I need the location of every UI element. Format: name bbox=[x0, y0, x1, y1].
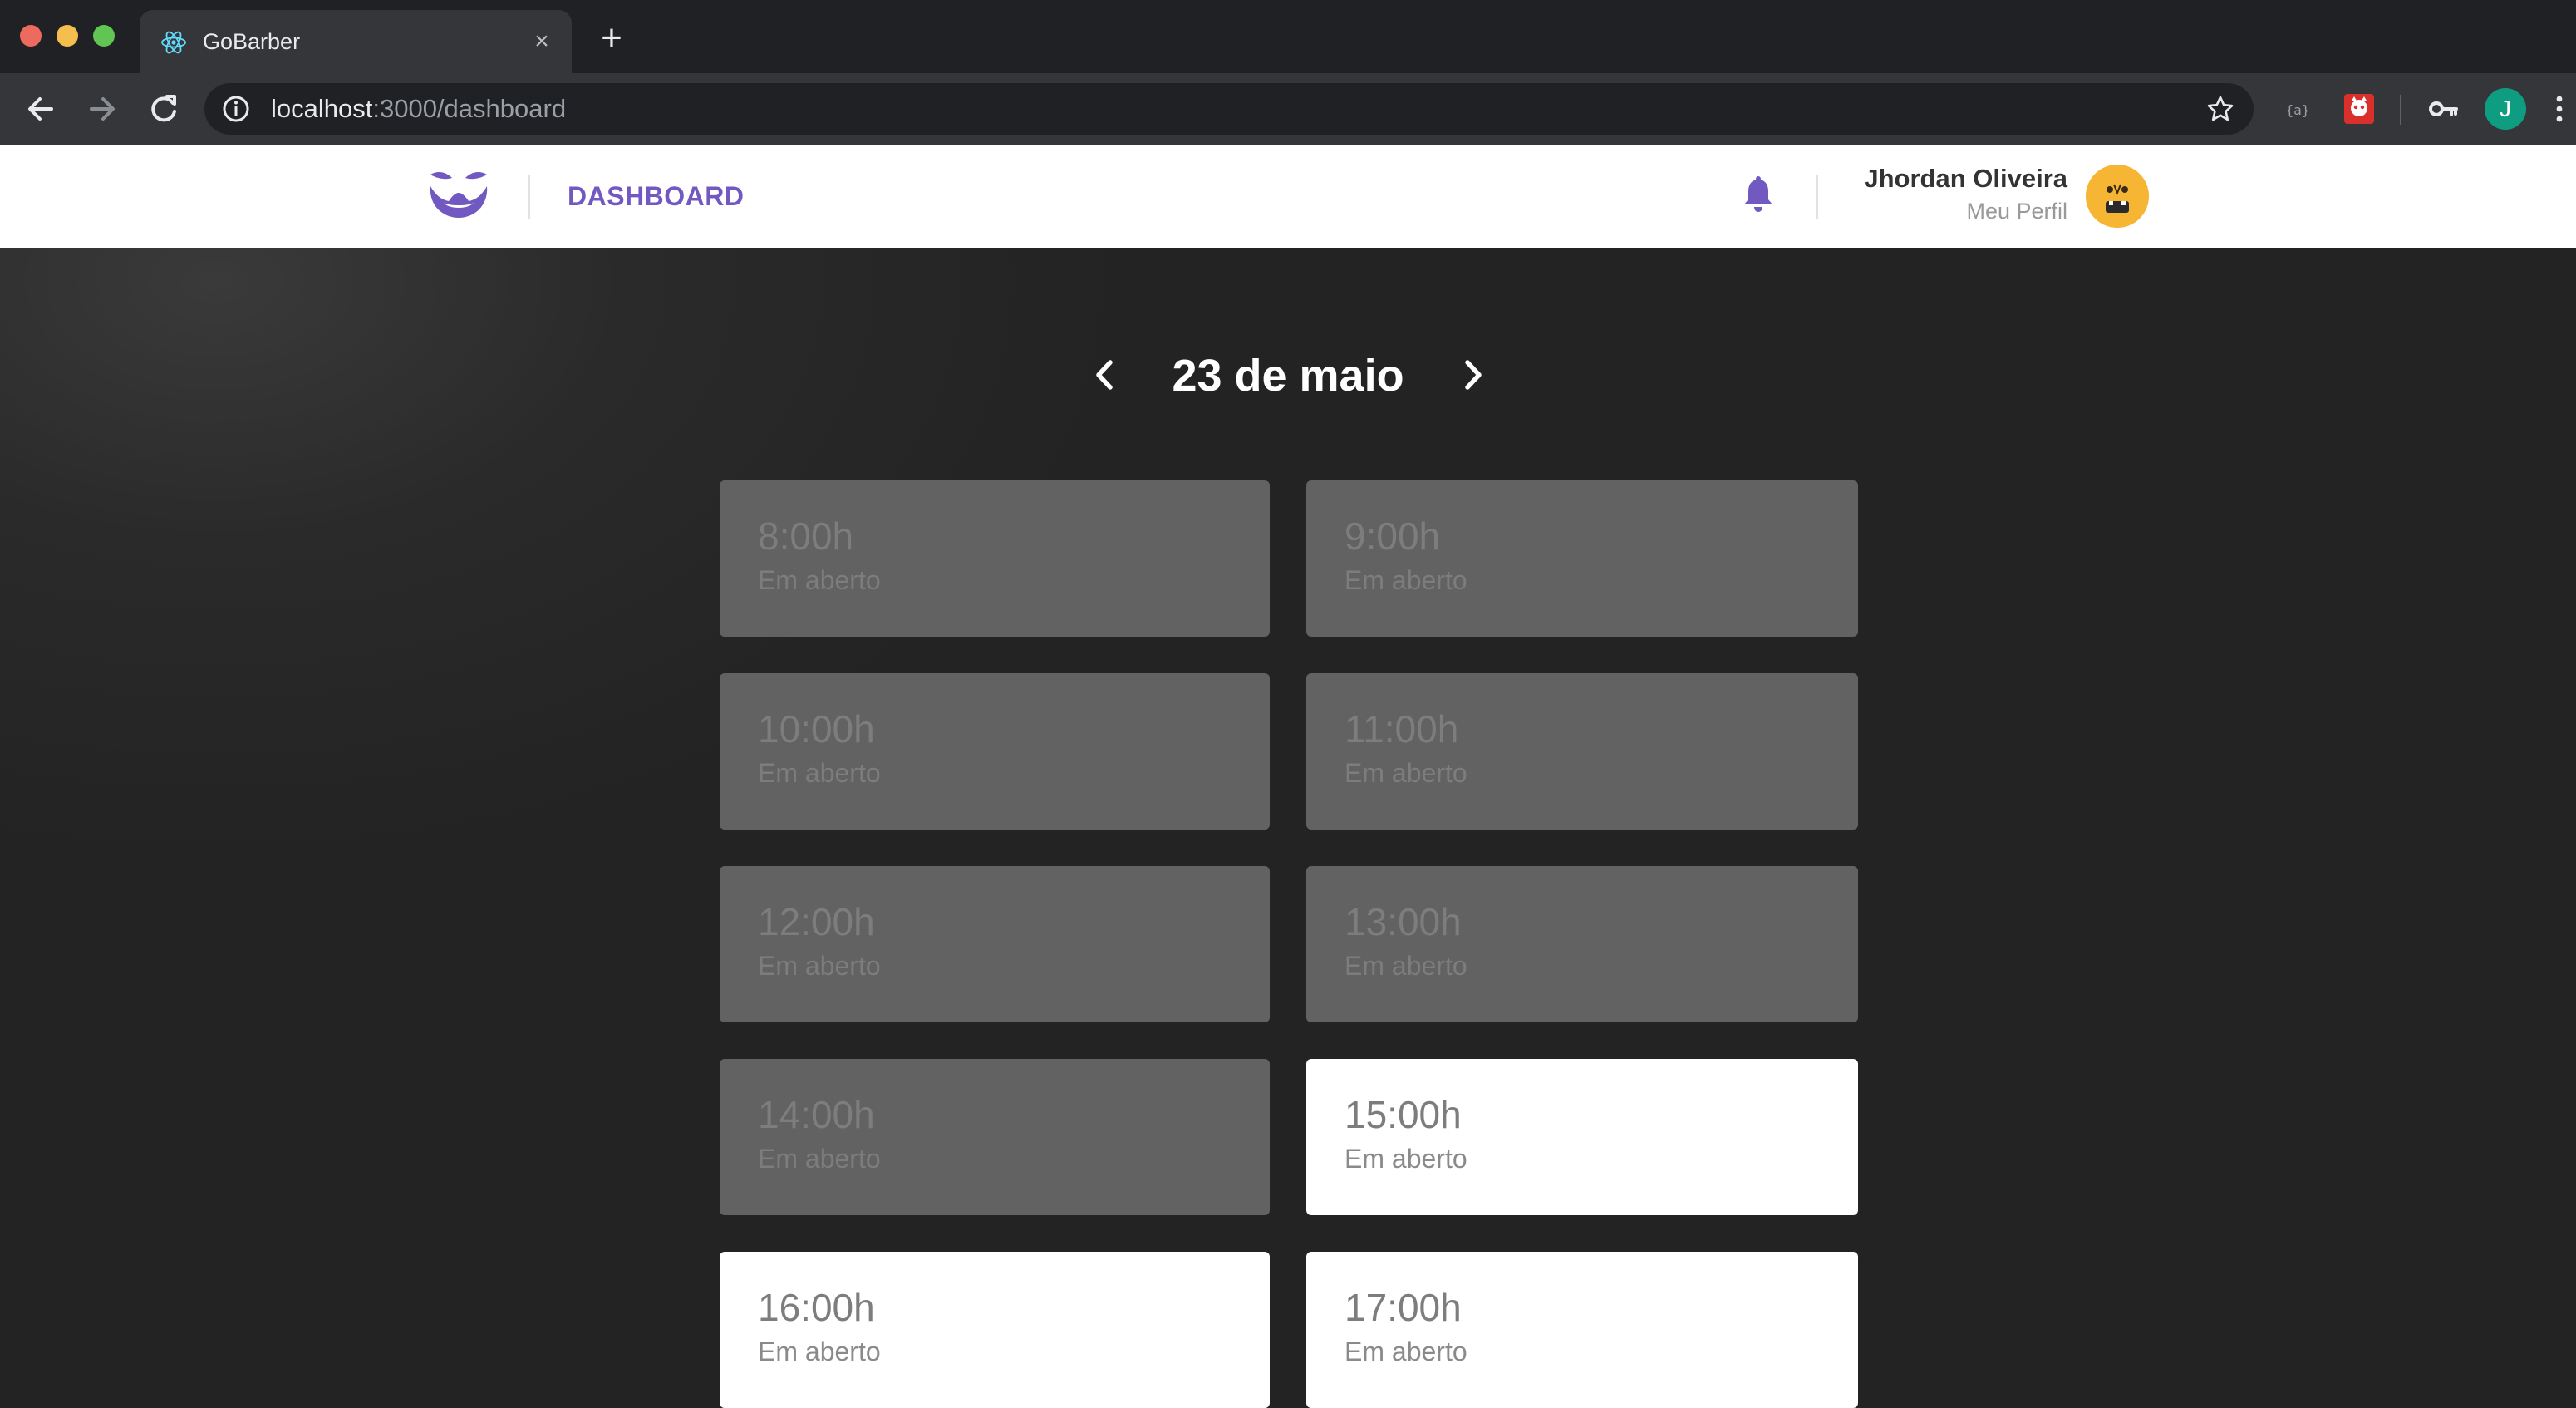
zoom-window-button[interactable] bbox=[93, 25, 115, 47]
avatar-face-icon bbox=[2086, 165, 2149, 228]
slot-time: 16:00h bbox=[758, 1286, 875, 1329]
header-divider bbox=[1816, 175, 1818, 219]
url-host: localhost bbox=[271, 94, 373, 123]
slot-status: Em aberto bbox=[1345, 758, 1467, 788]
new-tab-button[interactable]: + bbox=[592, 20, 632, 60]
arrow-left-icon bbox=[28, 97, 53, 121]
browser-chrome: GoBarber × + localhost:3000/dashboard {a… bbox=[0, 0, 2576, 145]
browser-profile-avatar[interactable]: J bbox=[2485, 88, 2526, 130]
close-tab-icon[interactable]: × bbox=[527, 27, 557, 57]
bookmark-star-icon[interactable] bbox=[2205, 94, 2235, 124]
profile-link[interactable]: Meu Perfil bbox=[1966, 198, 2067, 224]
avatar[interactable] bbox=[2086, 165, 2149, 228]
selected-date: 23 de maio bbox=[1172, 351, 1404, 401]
time-slot[interactable]: 8:00h Em aberto bbox=[720, 480, 1270, 637]
slot-status: Em aberto bbox=[1345, 951, 1467, 981]
url-path: :3000/dashboard bbox=[372, 94, 567, 123]
slot-time: 9:00h bbox=[1345, 514, 1441, 558]
time-slot[interactable]: 10:00h Em aberto bbox=[720, 673, 1270, 830]
slot-time: 11:00h bbox=[1345, 707, 1459, 751]
url-text[interactable]: localhost:3000/dashboard bbox=[271, 93, 566, 125]
header-divider bbox=[528, 175, 530, 219]
minimize-window-button[interactable] bbox=[57, 25, 78, 47]
back-button[interactable] bbox=[20, 88, 61, 130]
toolbar-separator bbox=[2400, 95, 2401, 125]
time-slot[interactable]: 9:00h Em aberto bbox=[1306, 480, 1858, 637]
slot-status: Em aberto bbox=[1345, 565, 1467, 595]
slot-time: 8:00h bbox=[758, 514, 854, 558]
octocat-extension-icon[interactable] bbox=[2340, 90, 2378, 128]
gobarber-logo[interactable] bbox=[427, 168, 490, 221]
address-bar[interactable]: localhost:3000/dashboard bbox=[204, 83, 2254, 135]
browser-toolbar: localhost:3000/dashboard {a} J bbox=[0, 73, 2576, 145]
bell-icon[interactable] bbox=[1738, 175, 1778, 216]
slot-status: Em aberto bbox=[758, 565, 881, 595]
time-slot[interactable]: 14:00h Em aberto bbox=[720, 1059, 1270, 1215]
slot-time: 15:00h bbox=[1345, 1093, 1462, 1136]
slot-status: Em aberto bbox=[1345, 1337, 1467, 1366]
slot-time: 12:00h bbox=[758, 900, 875, 943]
time-slot[interactable]: 16:00h Em aberto bbox=[720, 1252, 1270, 1408]
slot-status: Em aberto bbox=[758, 1144, 881, 1174]
json-viewer-icon[interactable]: {a} bbox=[2279, 90, 2317, 128]
slot-time: 17:00h bbox=[1345, 1286, 1462, 1329]
tab-title: GoBarber bbox=[203, 29, 301, 54]
reload-button[interactable] bbox=[143, 88, 184, 130]
slot-time: 14:00h bbox=[758, 1093, 875, 1136]
slot-status: Em aberto bbox=[758, 951, 881, 981]
time-slot[interactable]: 13:00h Em aberto bbox=[1306, 866, 1858, 1022]
user-name: Jhordan Oliveira bbox=[1864, 164, 2067, 193]
time-slot[interactable]: 15:00h Em aberto bbox=[1306, 1059, 1858, 1215]
key-icon[interactable] bbox=[2425, 90, 2463, 128]
chevron-right-icon[interactable] bbox=[1451, 352, 1494, 397]
slot-time: 10:00h bbox=[758, 707, 875, 751]
arrow-right-icon bbox=[90, 97, 115, 121]
dashboard-main: 23 de maio 8:00h Em aberto 9:00h Em aberto 1… bbox=[0, 248, 2576, 1408]
svg-text:{a}: {a} bbox=[2286, 102, 2310, 118]
app-header: DASHBOARD Jhordan Oliveira Meu Perfil bbox=[0, 145, 2576, 248]
forward-button[interactable] bbox=[81, 88, 123, 130]
tab-strip: GoBarber × + bbox=[0, 0, 2576, 73]
time-slot[interactable]: 11:00h Em aberto bbox=[1306, 673, 1858, 830]
slot-status: Em aberto bbox=[1345, 1144, 1467, 1174]
nav-dashboard-link[interactable]: DASHBOARD bbox=[568, 180, 745, 213]
slot-time: 13:00h bbox=[1345, 900, 1462, 943]
slot-status: Em aberto bbox=[758, 1337, 881, 1366]
date-navigation: 23 de maio bbox=[0, 346, 2576, 404]
close-window-button[interactable] bbox=[20, 25, 42, 47]
time-slot[interactable]: 17:00h Em aberto bbox=[1306, 1252, 1858, 1408]
browser-tab[interactable]: GoBarber × bbox=[140, 10, 572, 73]
info-icon[interactable] bbox=[221, 94, 251, 124]
reload-icon bbox=[151, 95, 176, 122]
slot-status: Em aberto bbox=[758, 758, 881, 788]
more-menu-icon[interactable] bbox=[2551, 90, 2568, 128]
react-icon bbox=[161, 31, 186, 54]
time-slot[interactable]: 12:00h Em aberto bbox=[720, 866, 1270, 1022]
